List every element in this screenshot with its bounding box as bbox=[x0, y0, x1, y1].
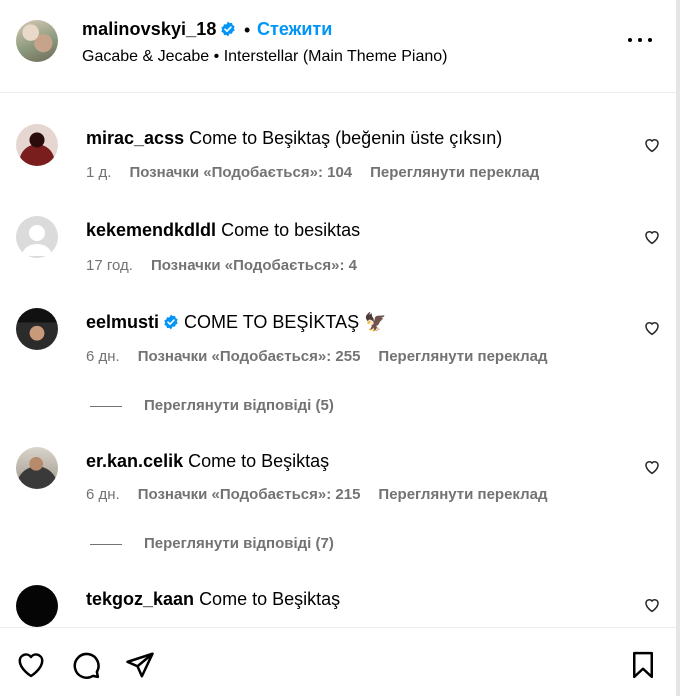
comment-meta: 6 дн. Позначки «Подобається»: 255 Переглян… bbox=[86, 348, 548, 365]
post-actions-bar bbox=[0, 627, 676, 697]
comment-meta: 6 дн. Позначки «Подобається»: 215 Переглян… bbox=[86, 486, 548, 503]
view-replies-button[interactable]: Переглянути відповіді (5) bbox=[90, 397, 334, 414]
commenter-avatar[interactable] bbox=[16, 447, 58, 489]
comment-body: COME TO BEŞİKTAŞ 🦅 bbox=[184, 312, 387, 332]
commenter-avatar[interactable] bbox=[16, 124, 58, 166]
comment-text-row: kekemendkdldl Come to besiktas bbox=[86, 220, 360, 241]
comment-username[interactable]: eelmusti bbox=[86, 312, 159, 332]
comment-likes[interactable]: Позначки «Подобається»: 255 bbox=[138, 348, 361, 365]
verified-badge-icon bbox=[164, 314, 178, 330]
commenter-avatar[interactable] bbox=[16, 585, 58, 627]
comment-meta: 17 год. Позначки «Подобається»: 4 bbox=[86, 257, 357, 274]
verified-badge-icon bbox=[221, 21, 236, 37]
comment-likes[interactable]: Позначки «Подобається»: 215 bbox=[138, 486, 361, 503]
comment-text-row: er.kan.celik Come to Beşiktaş bbox=[86, 451, 329, 472]
comment-text-row: eelmusti COME TO BEŞİKTAŞ 🦅 bbox=[86, 312, 387, 333]
comment-username[interactable]: er.kan.celik bbox=[86, 451, 183, 471]
author-avatar[interactable] bbox=[16, 20, 58, 62]
commenter-avatar[interactable] bbox=[16, 216, 58, 258]
comment-time[interactable]: 6 дн. bbox=[86, 348, 120, 365]
follow-button[interactable]: Стежити bbox=[257, 19, 332, 40]
comment-time[interactable]: 6 дн. bbox=[86, 486, 120, 503]
audio-label[interactable]: Gacabe & Jecabe • Interstellar (Main The… bbox=[82, 48, 447, 66]
comment-username[interactable]: mirac_acss bbox=[86, 128, 184, 148]
like-heart-icon[interactable] bbox=[643, 458, 661, 476]
separator-dot: • bbox=[244, 20, 251, 40]
post-header: malinovskyi_18 • Стежити Gacabe & Jecabe… bbox=[0, 0, 676, 93]
author-username[interactable]: malinovskyi_18 bbox=[82, 19, 216, 39]
replies-divider-line bbox=[90, 543, 122, 545]
translate-link[interactable]: Переглянути переклад bbox=[378, 486, 547, 503]
comment-likes[interactable]: Позначки «Подобається»: 4 bbox=[151, 257, 357, 274]
comment-text-row: tekgoz_kaan Come to Beşiktaş bbox=[86, 589, 340, 610]
comment-body: Come to besiktas bbox=[221, 220, 361, 240]
author-username-row: malinovskyi_18 bbox=[82, 19, 236, 40]
comment-body: Come to Beşiktaş bbox=[199, 589, 341, 609]
view-replies-button[interactable]: Переглянути відповіді (7) bbox=[90, 535, 334, 552]
default-avatar-icon bbox=[22, 225, 52, 256]
share-send-icon[interactable] bbox=[125, 650, 155, 680]
comment-likes[interactable]: Позначки «Подобається»: 104 bbox=[129, 164, 352, 181]
comment-meta: 1 д. Позначки «Подобається»: 104 Перегляну… bbox=[86, 164, 539, 181]
save-bookmark-icon[interactable] bbox=[628, 650, 658, 680]
scrollbar-edge bbox=[676, 0, 680, 696]
comment-time[interactable]: 1 д. bbox=[86, 164, 111, 181]
like-heart-icon[interactable] bbox=[643, 136, 661, 154]
more-options-icon[interactable] bbox=[626, 30, 654, 50]
like-heart-icon[interactable] bbox=[643, 228, 661, 246]
translate-link[interactable]: Переглянути переклад bbox=[378, 348, 547, 365]
like-heart-icon[interactable] bbox=[643, 596, 661, 614]
view-replies-label: Переглянути відповіді (5) bbox=[144, 397, 334, 414]
comment-text-row: mirac_acss Come to Beşiktaş (beğenin üst… bbox=[86, 128, 502, 149]
comment-username[interactable]: kekemendkdldl bbox=[86, 220, 216, 240]
comment-body: Come to Beşiktaş bbox=[188, 451, 330, 471]
like-heart-icon[interactable] bbox=[16, 650, 46, 680]
view-replies-label: Переглянути відповіді (7) bbox=[144, 535, 334, 552]
translate-link[interactable]: Переглянути переклад bbox=[370, 164, 539, 181]
commenter-avatar[interactable] bbox=[16, 308, 58, 350]
comment-username[interactable]: tekgoz_kaan bbox=[86, 589, 194, 609]
comment-icon[interactable] bbox=[71, 650, 101, 680]
like-heart-icon[interactable] bbox=[643, 319, 661, 337]
replies-divider-line bbox=[90, 405, 122, 407]
comment-time[interactable]: 17 год. bbox=[86, 257, 133, 274]
comment-body: Come to Beşiktaş (beğenin üste çıksın) bbox=[189, 128, 503, 148]
